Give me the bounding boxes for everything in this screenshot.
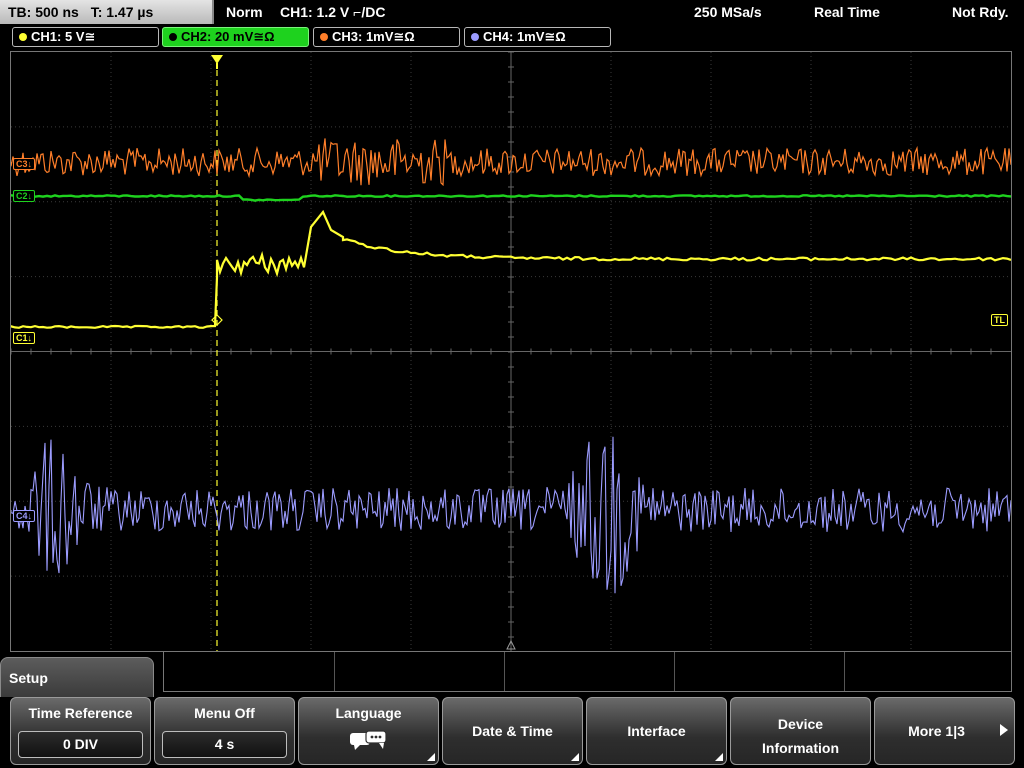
trigger-time-readout: T: 1.47 µs: [90, 4, 154, 20]
waveform-display[interactable]: C1↓ C2↓ C3↓ C4↓ TL: [10, 51, 1012, 652]
timebase-readout: TB: 500 ns: [8, 4, 79, 20]
info-divider: [674, 652, 675, 691]
date-time-label: Date & Time: [472, 723, 553, 739]
time-reference-button[interactable]: Time Reference 0 DIV: [10, 697, 151, 765]
menu-off-label: Menu Off: [194, 705, 255, 721]
tab-ch1[interactable]: CH1: 5 V≅: [12, 27, 159, 47]
graticule: [11, 52, 1011, 651]
trigger-level-marker[interactable]: TL: [991, 314, 1008, 326]
ch3-color-icon: [320, 33, 328, 41]
ch4-offset-marker[interactable]: C4↓: [13, 510, 36, 522]
channel-bar: CH1: 5 V≅ CH2: 20 mV≅Ω CH3: 1mV≅Ω CH4: 1…: [0, 26, 1024, 48]
ch4-color-icon: [471, 33, 479, 41]
ch1-label: CH1: 5 V≅: [31, 29, 96, 44]
menu-off-button[interactable]: Menu Off 4 s: [154, 697, 295, 765]
ch4-label: CH4: 1mV≅Ω: [483, 29, 566, 44]
menu-title: Setup: [0, 657, 154, 697]
more-button[interactable]: More 1|3: [874, 697, 1015, 765]
submenu-corner-icon: [427, 753, 435, 761]
sample-rate: 250 MSa/s: [694, 4, 762, 20]
info-divider: [504, 652, 505, 691]
tab-ch3[interactable]: CH3: 1mV≅Ω: [313, 27, 460, 47]
ch2-offset-marker[interactable]: C2↓: [13, 190, 36, 202]
trigger-time-marker[interactable]: [211, 55, 223, 651]
ch3-label: CH3: 1mV≅Ω: [332, 29, 415, 44]
ch2-label: CH2: 20 mV≅Ω: [181, 29, 275, 44]
tab-ch2[interactable]: CH2: 20 mV≅Ω: [162, 27, 309, 47]
submenu-corner-icon: [715, 753, 723, 761]
trigger-mode[interactable]: Norm: [226, 0, 263, 24]
menu-info-bar: [163, 652, 1012, 692]
language-label: Language: [335, 705, 402, 721]
trigger-source[interactable]: CH1: 1.2 V ⌐/DC: [280, 0, 385, 24]
info-divider: [844, 652, 845, 691]
ch1-color-icon: [19, 33, 27, 41]
device-information-label: Device Information: [762, 716, 839, 756]
arrow-right-icon: [1000, 724, 1008, 736]
submenu-corner-icon: [571, 753, 579, 761]
time-reference-label: Time Reference: [28, 705, 133, 721]
acquisition-mode: Real Time: [814, 4, 880, 20]
interface-button[interactable]: Interface: [586, 697, 727, 765]
menu-off-value: 4 s: [162, 731, 287, 758]
ch1-offset-marker[interactable]: C1↓: [13, 332, 36, 344]
acquisition-state: Not Rdy.: [952, 4, 1009, 20]
waveform-canvas: [11, 52, 1011, 651]
status-bar: TB: 500 ns T: 1.47 µs Norm CH1: 1.2 V ⌐/…: [0, 0, 1024, 24]
timebase-box[interactable]: TB: 500 ns T: 1.47 µs: [0, 0, 214, 24]
language-button[interactable]: Language: [298, 697, 439, 765]
ch3-offset-marker[interactable]: C3↓: [13, 158, 36, 170]
info-divider: [334, 652, 335, 691]
time-reference-value: 0 DIV: [18, 731, 143, 758]
more-label: More 1|3: [908, 723, 965, 739]
date-time-button[interactable]: Date & Time: [442, 697, 583, 765]
tab-ch4[interactable]: CH4: 1mV≅Ω: [464, 27, 611, 47]
interface-label: Interface: [627, 723, 686, 739]
device-information-button[interactable]: Device Information: [730, 697, 871, 765]
ch2-color-icon: [169, 33, 177, 41]
speech-bubbles-icon: [350, 730, 387, 750]
